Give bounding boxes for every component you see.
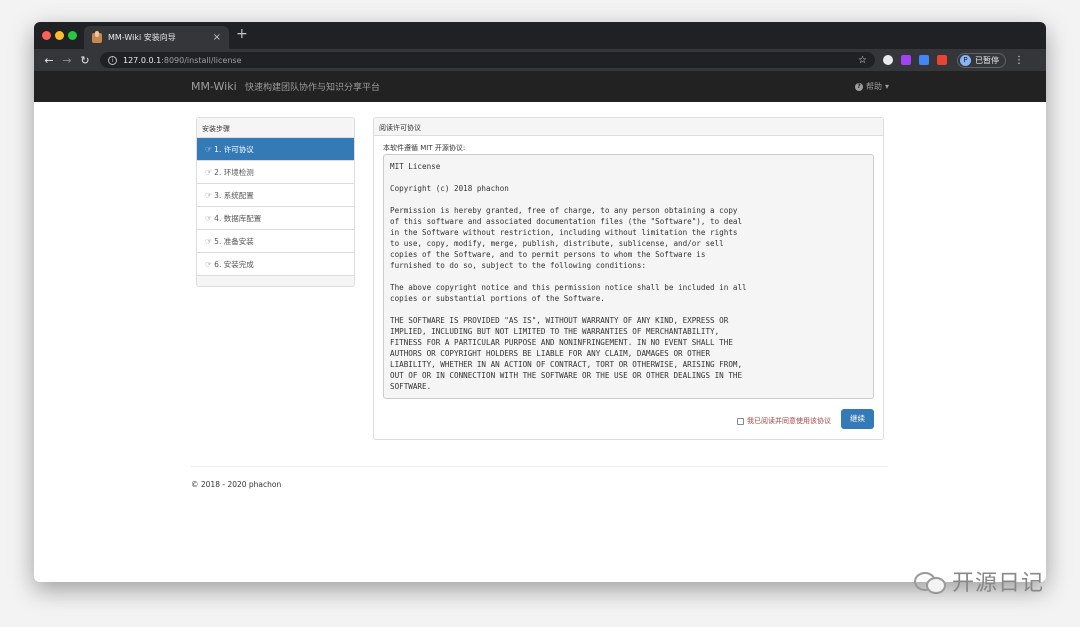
brand-subtitle: 快速构建团队协作与知识分享平台 [245, 83, 381, 93]
steps-heading: 安装步骤 [197, 118, 354, 138]
extension-2-icon[interactable] [901, 55, 911, 65]
help-menu[interactable]: ? 帮助 ▾ [854, 81, 889, 92]
forward-arrow-icon[interactable]: → [58, 55, 76, 66]
main-content: 安装步骤 ☞ 1. 许可协议 ☞ 2. 环境检测 ☞ 3. 系统配置 ☞ 4. 数据库配置 ☞ 5… [34, 102, 1046, 582]
site-info-icon[interactable]: i [108, 55, 117, 65]
new-tab-button[interactable]: + [236, 27, 248, 41]
back-arrow-icon[interactable]: ← [40, 55, 58, 66]
browser-tab[interactable]: MM-Wiki 安装向导 × [84, 26, 229, 49]
license-panel: 阅读许可协议 本软件遵循 MIT 开源协议: MIT License Copyr… [373, 117, 884, 440]
tab-close-icon[interactable]: × [213, 32, 221, 43]
profile-avatar: P [960, 54, 971, 66]
step-label: 1. 许可协议 [214, 144, 254, 154]
caret-down-icon: ▾ [884, 82, 889, 91]
hand-pointer-icon: ☞ [205, 259, 213, 269]
watermark: 开源日记 [913, 565, 1044, 597]
maximize-window-button[interactable] [68, 31, 77, 40]
install-steps-panel: 安装步骤 ☞ 1. 许可协议 ☞ 2. 环境检测 ☞ 3. 系统配置 ☞ 4. 数据库配置 ☞ 5… [196, 117, 355, 287]
steps-list: ☞ 1. 许可协议 ☞ 2. 环境检测 ☞ 3. 系统配置 ☞ 4. 数据库配置 ☞ 5. 准备安… [197, 138, 354, 276]
bookmark-star-icon[interactable]: ☆ [858, 55, 867, 66]
hand-pointer-icon: ☞ [205, 213, 213, 223]
browser-toolbar: ← → ↻ i 127.0.0.1:8090/install/license ☆… [34, 49, 1046, 71]
license-intro: 本软件遵循 MIT 开源协议: [383, 144, 466, 152]
help-label: 帮助 [865, 82, 882, 91]
agree-checkbox[interactable] [737, 417, 744, 425]
continue-button[interactable]: 继续 [841, 409, 874, 429]
step-item-3[interactable]: ☞ 3. 系统配置 [197, 184, 354, 207]
footer-copyright: © 2018 - 2020 phachon [191, 480, 282, 489]
url-path: :8090/install/license [161, 55, 242, 65]
url-text: 127.0.0.1:8090/install/license [123, 56, 242, 65]
url-host: 127.0.0.1 [123, 55, 162, 65]
footer-divider [191, 466, 888, 467]
step-label: 2. 环境检测 [214, 167, 254, 177]
step-item-2[interactable]: ☞ 2. 环境检测 [197, 161, 354, 184]
tab-title: MM-Wiki 安装向导 [108, 33, 176, 42]
extension-3-icon[interactable] [919, 55, 929, 65]
address-bar[interactable]: i 127.0.0.1:8090/install/license ☆ [100, 52, 875, 68]
extension-4-icon[interactable] [937, 55, 947, 65]
hand-pointer-icon: ☞ [205, 190, 213, 200]
license-heading: 阅读许可协议 [374, 118, 883, 136]
hand-pointer-icon: ☞ [205, 144, 213, 154]
close-window-button[interactable] [42, 31, 51, 40]
step-item-6[interactable]: ☞ 6. 安装完成 [197, 253, 354, 276]
browser-window: MM-Wiki 安装向导 × + ← → ↻ i 127.0.0.1:8090/… [34, 22, 1046, 582]
step-label: 6. 安装完成 [214, 259, 254, 269]
site-favicon-icon [92, 30, 102, 43]
step-item-1[interactable]: ☞ 1. 许可协议 [197, 138, 354, 161]
brand-name[interactable]: MM-Wiki [191, 80, 237, 93]
browser-menu-icon[interactable]: ⋮ [1014, 55, 1024, 66]
wechat-logo-icon [913, 570, 946, 594]
reload-icon[interactable]: ↻ [76, 55, 94, 66]
watermark-text: 开源日记 [951, 571, 1044, 596]
minimize-window-button[interactable] [55, 31, 64, 40]
step-label: 4. 数据库配置 [214, 213, 262, 223]
step-label: 5. 准备安装 [214, 236, 254, 246]
license-text-box[interactable]: MIT License Copyright (c) 2018 phachon P… [383, 154, 874, 399]
step-label: 3. 系统配置 [214, 190, 254, 200]
extension-1-icon[interactable] [883, 55, 893, 65]
agree-label: 我已阅读并同意使用该协议 [747, 417, 831, 425]
profile-status: 已暂停 [975, 55, 999, 65]
step-item-5[interactable]: ☞ 5. 准备安装 [197, 230, 354, 253]
profile-button[interactable]: P 已暂停 [957, 52, 1006, 68]
hand-pointer-icon: ☞ [205, 236, 213, 246]
site-navbar: MM-Wiki 快速构建团队协作与知识分享平台 ? 帮助 ▾ [34, 71, 1046, 102]
step-item-4[interactable]: ☞ 4. 数据库配置 [197, 207, 354, 230]
question-circle-icon: ? [854, 82, 863, 91]
hand-pointer-icon: ☞ [205, 167, 213, 177]
agree-checkbox-label[interactable]: 我已阅读并同意使用该协议 [737, 416, 831, 426]
tab-strip: MM-Wiki 安装向导 × + [34, 22, 1046, 49]
